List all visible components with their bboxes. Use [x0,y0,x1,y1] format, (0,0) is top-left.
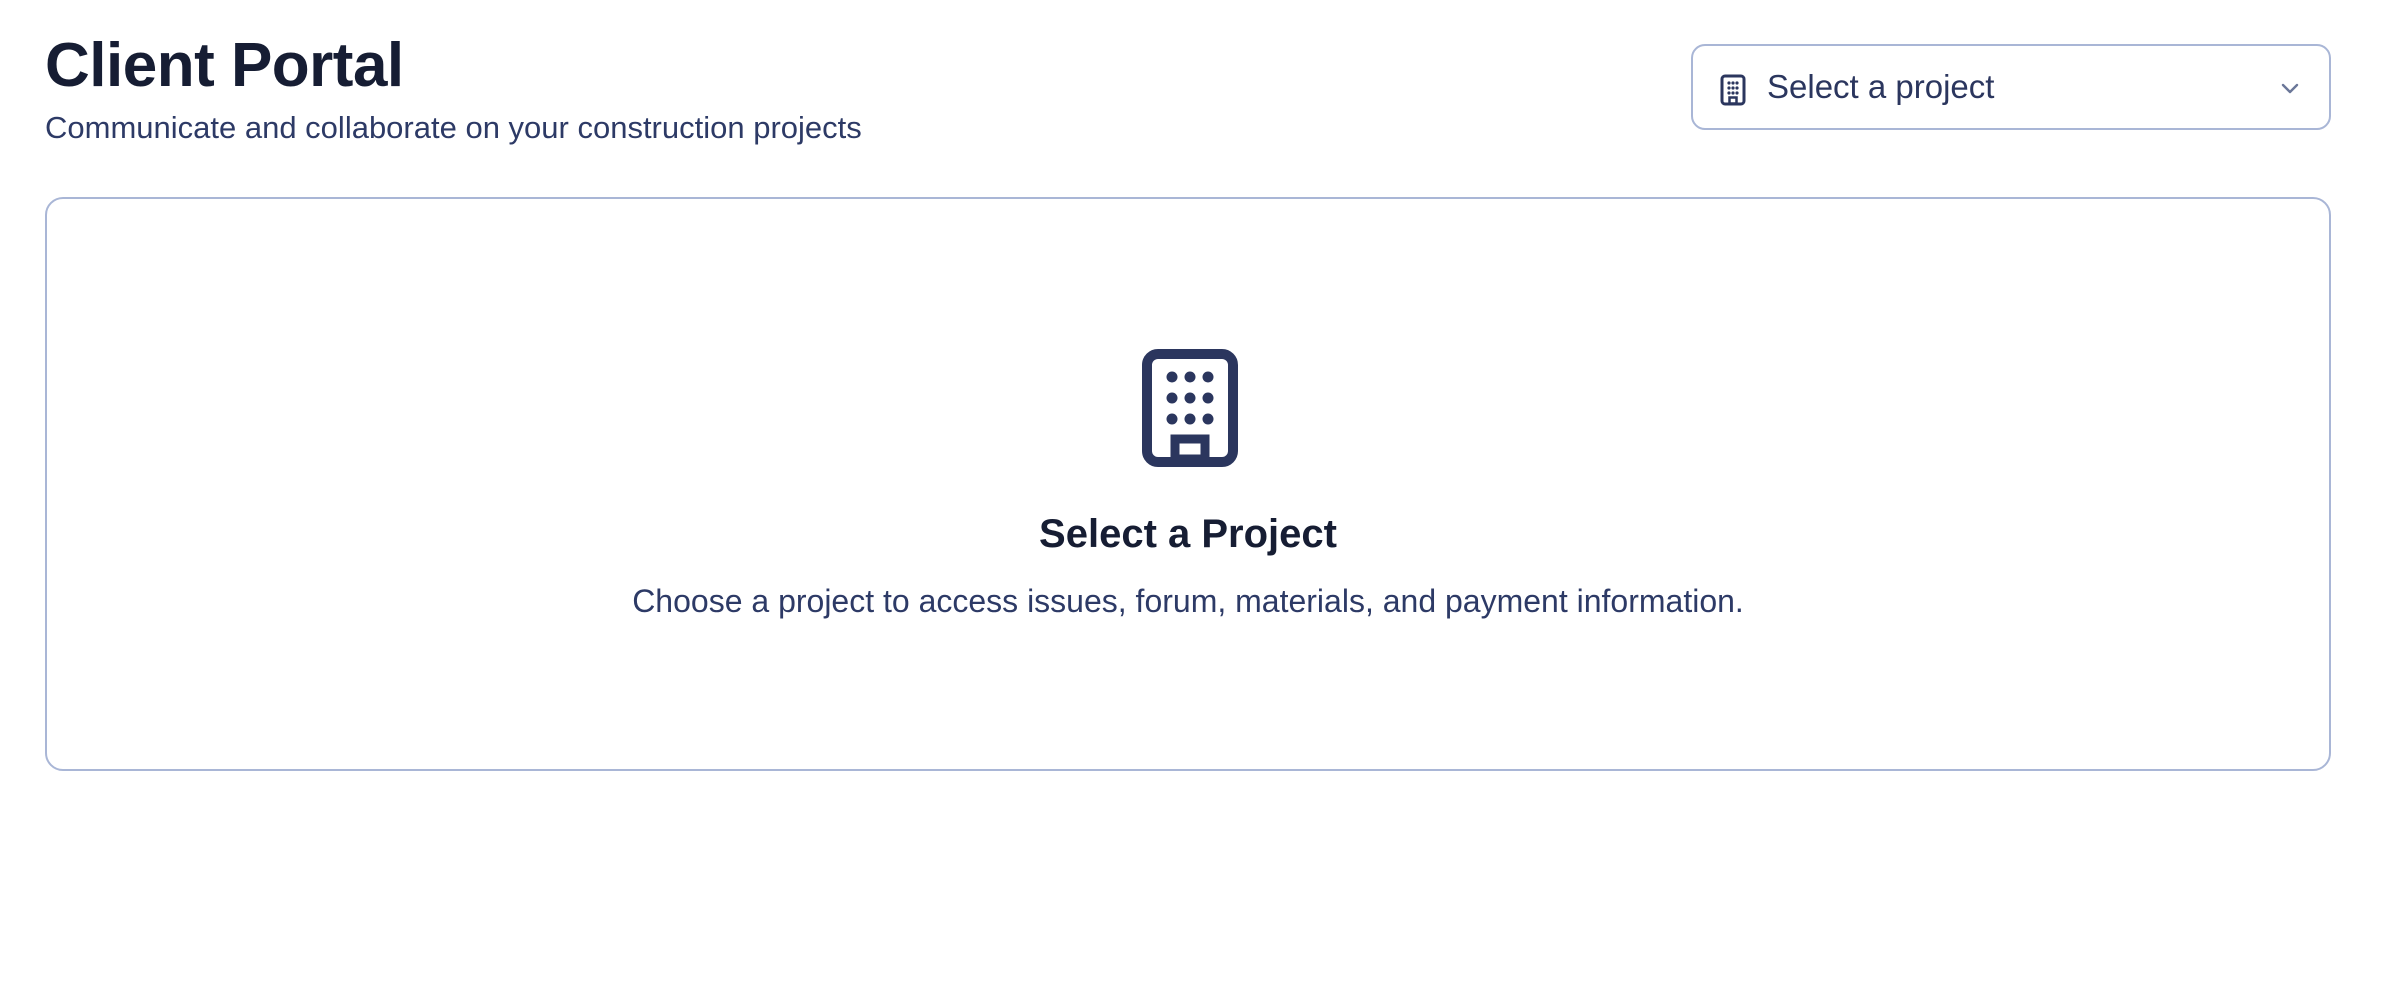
page-title: Client Portal [45,31,404,100]
project-select-dropdown[interactable]: Select a project [1691,44,2331,130]
page-header: Client Portal Communicate and collaborat… [45,28,862,148]
project-select-placeholder: Select a project [1767,68,1995,105]
building-icon [1720,74,1746,106]
chevron-down-icon [2281,83,2299,94]
empty-state-title: Select a Project [1039,512,1337,556]
empty-state-card: Select a Project Choose a project to acc… [45,197,2331,771]
client-portal-page: Client Portal Communicate and collaborat… [0,0,2388,1008]
empty-state-description: Choose a project to access issues, forum… [632,583,1744,619]
building-icon [1142,349,1238,467]
page-subtitle: Communicate and collaborate on your cons… [45,110,862,145]
